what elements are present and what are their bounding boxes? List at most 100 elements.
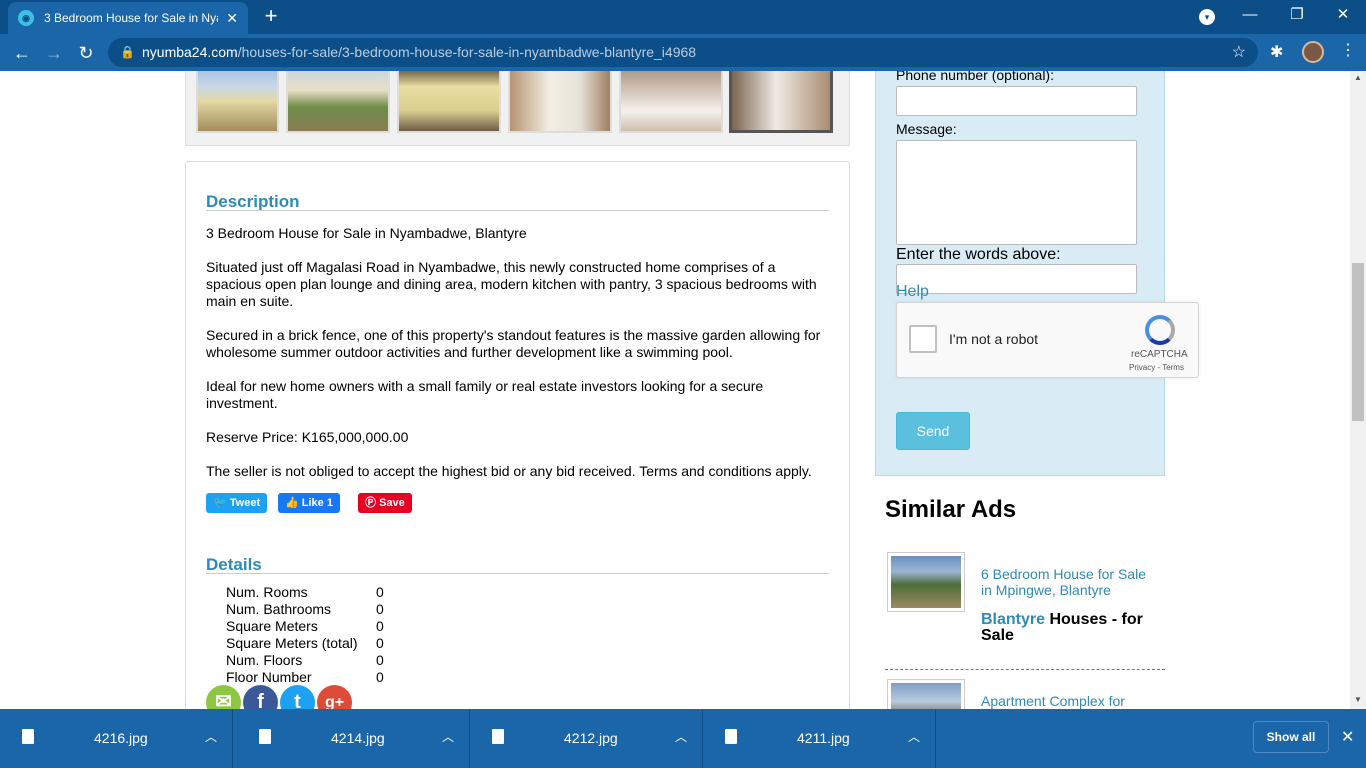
detail-value: 0 [376, 652, 384, 668]
scroll-down-icon[interactable]: ▼ [1354, 695, 1362, 704]
pinterest-save-button[interactable]: Ⓟ Save [358, 493, 412, 513]
restore-button[interactable]: ❐ [1274, 0, 1320, 34]
download-item[interactable]: 4212.jpg ︿ [470, 709, 703, 768]
gallery-thumbnail[interactable] [286, 71, 390, 133]
similar-ad-title[interactable]: 6 Bedroom House for Sale in Mpingwe, Bla… [981, 566, 1156, 598]
chevron-up-icon[interactable]: ︿ [442, 728, 454, 745]
similar-ad-thumbnail[interactable] [887, 552, 965, 612]
divider [206, 573, 829, 574]
file-icon [259, 729, 271, 744]
scroll-up-icon[interactable]: ▲ [1354, 73, 1362, 82]
captcha-words-input[interactable] [896, 264, 1137, 294]
gallery-thumbnail-selected[interactable] [729, 71, 833, 133]
gallery-thumbnail[interactable] [397, 71, 501, 133]
recaptcha-privacy-terms[interactable]: Privacy - Terms [1129, 363, 1184, 372]
phone-label: Phone number (optional): [896, 71, 1054, 83]
detail-key: Floor Number [226, 669, 312, 685]
divider [885, 669, 1165, 670]
minimize-button[interactable]: — [1227, 0, 1273, 34]
page-viewport: Description 3 Bedroom House for Sale in … [0, 71, 1350, 709]
new-tab-button[interactable]: + [258, 4, 284, 30]
similar-ad-title[interactable]: Apartment Complex for [981, 693, 1156, 709]
tweet-button[interactable]: 🐦 Tweet [206, 493, 268, 513]
terms-note: The seller is not obliged to accept the … [206, 463, 812, 479]
tab-search-icon[interactable]: ▾ [1199, 9, 1215, 25]
photo-gallery [185, 71, 850, 146]
download-shelf: 4216.jpg ︿ 4214.jpg ︿ 4212.jpg ︿ 4211.jp… [0, 709, 1366, 768]
download-filename: 4214.jpg [331, 730, 385, 746]
recaptcha-widget: I'm not a robot reCAPTCHA Privacy - Term… [896, 302, 1199, 378]
detail-row: Floor Number 0 [226, 669, 526, 686]
captcha-help-link[interactable]: Help [896, 283, 929, 301]
profile-avatar[interactable] [1302, 41, 1324, 63]
lock-icon[interactable]: 🔒 [120, 38, 135, 67]
twitter-share-icon[interactable]: t [280, 685, 315, 709]
reserve-price: Reserve Price: K165,000,000.00 [206, 429, 409, 445]
email-share-icon[interactable]: ✉ [206, 685, 241, 709]
toolbar: ← → ↻ 🔒 nyumba24.com/houses-for-sale/3-b… [0, 34, 1366, 71]
description-title: 3 Bedroom House for Sale in Nyambadwe, B… [206, 225, 527, 241]
like-label: Like 1 [301, 497, 333, 509]
detail-row: Num. Rooms 0 [226, 584, 526, 601]
download-item[interactable]: 4216.jpg ︿ [0, 709, 233, 768]
detail-value: 0 [376, 635, 384, 651]
reload-button[interactable]: ↻ [72, 40, 100, 66]
detail-key: Num. Rooms [226, 584, 308, 600]
facebook-like-button[interactable]: 👍 Like 1 [278, 493, 340, 513]
tab-strip: ◉ 3 Bedroom House for Sale in Nya ✕ + ▾ … [0, 0, 1366, 34]
recaptcha-brand: reCAPTCHA [1131, 349, 1188, 360]
close-window-button[interactable]: ✕ [1320, 0, 1366, 34]
browser-menu-icon[interactable]: ⋮ [1340, 40, 1356, 60]
page-scrollbar[interactable]: ▲ ▼ [1350, 71, 1366, 709]
facebook-share-icon[interactable]: f [243, 685, 278, 709]
message-textarea[interactable] [896, 140, 1137, 245]
description-paragraph: Secured in a brick fence, one of this pr… [206, 327, 821, 360]
file-icon [492, 729, 504, 744]
recaptcha-logo-icon [1145, 315, 1175, 345]
extensions-icon[interactable]: ✱ [1270, 42, 1283, 62]
scrollbar-thumb[interactable] [1352, 263, 1364, 421]
similar-ads-heading: Similar Ads [885, 496, 1017, 523]
download-item[interactable]: 4211.jpg ︿ [703, 709, 936, 768]
send-button[interactable]: Send [896, 412, 970, 450]
chevron-up-icon[interactable]: ︿ [908, 728, 920, 745]
bookmark-star-icon[interactable]: ☆ [1232, 38, 1246, 67]
file-icon [22, 729, 34, 744]
url-path: /houses-for-sale/3-bedroom-house-for-sal… [237, 44, 697, 60]
google-plus-share-icon[interactable]: g+ [317, 685, 352, 709]
detail-row: Square Meters 0 [226, 618, 526, 635]
tweet-label: Tweet [229, 497, 261, 509]
recaptcha-checkbox[interactable] [909, 325, 937, 353]
detail-key: Num. Bathrooms [226, 601, 332, 617]
gallery-thumbnail[interactable] [508, 71, 612, 133]
site-favicon-icon: ◉ [18, 10, 34, 26]
gallery-thumbnail[interactable] [196, 71, 279, 133]
browser-tab[interactable]: ◉ 3 Bedroom House for Sale in Nya ✕ [8, 2, 248, 34]
detail-key: Square Meters (total) [226, 635, 358, 651]
recaptcha-label: I'm not a robot [949, 331, 1039, 347]
similar-ad-category[interactable]: Blantyre Houses - for Sale [981, 612, 1156, 644]
close-download-shelf-icon[interactable]: ✕ [1341, 727, 1354, 747]
similar-ad-thumbnail[interactable] [887, 679, 965, 709]
save-label: Save [379, 497, 405, 509]
phone-input[interactable] [896, 86, 1137, 116]
description-paragraph: Ideal for new home owners with a small f… [206, 378, 764, 411]
gallery-thumbnail[interactable] [619, 71, 723, 133]
similar-ad-item[interactable]: 6 Bedroom House for Sale in Mpingwe, Bla… [885, 552, 1165, 652]
address-bar[interactable]: 🔒 nyumba24.com/houses-for-sale/3-bedroom… [108, 38, 1258, 67]
description-paragraph: Situated just off Magalasi Road in Nyamb… [206, 259, 817, 309]
similar-ad-city[interactable]: Blantyre [981, 611, 1045, 628]
description-heading: Description [206, 192, 300, 211]
download-item[interactable]: 4214.jpg ︿ [237, 709, 470, 768]
tab-title: 3 Bedroom House for Sale in Nya [44, 11, 219, 25]
chevron-up-icon[interactable]: ︿ [205, 728, 217, 745]
show-all-downloads-button[interactable]: Show all [1253, 721, 1329, 753]
back-button[interactable]: ← [8, 40, 36, 66]
download-filename: 4211.jpg [797, 730, 850, 746]
details-heading: Details [206, 555, 262, 574]
close-tab-icon[interactable]: ✕ [226, 10, 238, 27]
forward-button[interactable]: → [40, 40, 68, 66]
download-filename: 4216.jpg [94, 730, 148, 746]
chevron-up-icon[interactable]: ︿ [675, 728, 687, 745]
similar-ad-item[interactable]: Apartment Complex for [885, 679, 1165, 709]
